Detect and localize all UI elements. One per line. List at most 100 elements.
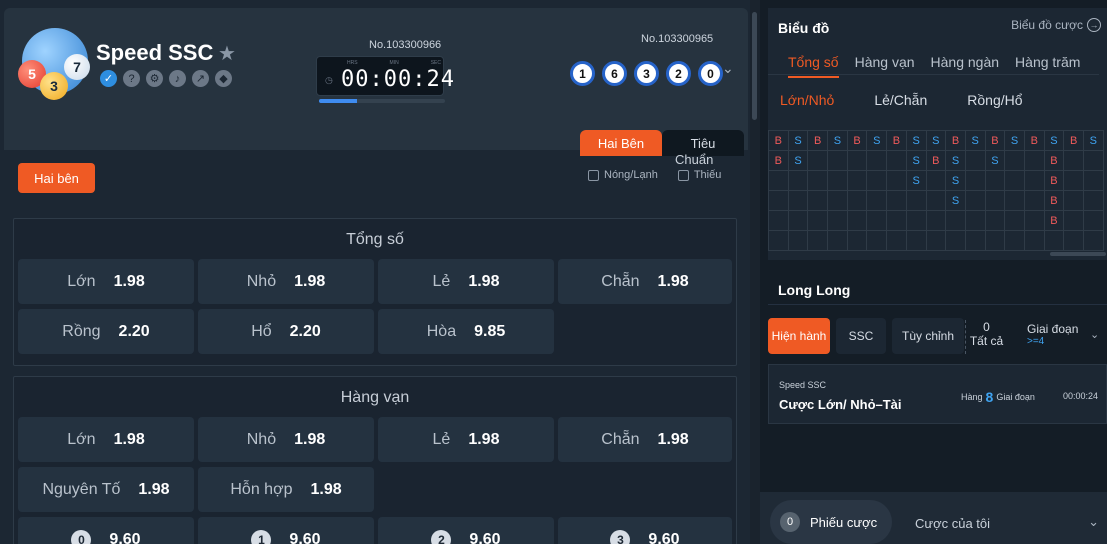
road-grid-cell: S bbox=[905, 150, 927, 171]
bet-slip-bar: 0 Phiếu cược Cược của tôi ⌄ bbox=[760, 492, 1107, 544]
bet-odds: 1.98 bbox=[468, 272, 500, 290]
settings-icon[interactable]: ⚙ bbox=[146, 70, 163, 87]
chart-bet-link[interactable]: Biểu đồ cược → bbox=[1011, 18, 1101, 32]
missing-checkbox[interactable]: Thiếu bbox=[677, 169, 721, 181]
expand-chevron-down-icon[interactable]: ⌄ bbox=[1088, 514, 1099, 530]
road-grid-cell: B bbox=[768, 130, 789, 151]
road-grid-cell bbox=[1043, 230, 1065, 251]
rank-phase-label: Giai đoạn bbox=[996, 392, 1035, 402]
tab-current[interactable]: Hiện hành bbox=[768, 318, 830, 354]
bet-cell-odd[interactable]: Lẻ 1.98 bbox=[378, 417, 554, 462]
results-chevron-down-icon[interactable]: ⌄ bbox=[722, 60, 734, 77]
chart-title: Biểu đồ bbox=[778, 20, 830, 36]
phase-label: Giai đoạn bbox=[1027, 322, 1079, 336]
phase-chevron-down-icon[interactable]: ⌄ bbox=[1090, 328, 1099, 341]
road-grid-cell: S bbox=[866, 130, 888, 151]
bet-label: Lớn bbox=[67, 272, 96, 290]
all-filter[interactable]: 0 Tất cả bbox=[965, 320, 1007, 354]
cube-icon[interactable]: ◆ bbox=[215, 70, 232, 87]
road-grid-cell bbox=[886, 170, 907, 191]
road-grid-cell bbox=[807, 170, 829, 191]
bet-cell-number-0[interactable]: 0 9.60 bbox=[18, 517, 194, 544]
result-ball: 1 bbox=[570, 61, 595, 86]
long-long-panel: Long Long Hiện hành SSC Tùy chỉnh 0 Tất c… bbox=[768, 270, 1107, 430]
slip-count-badge: 0 bbox=[780, 512, 800, 532]
tab-dragon-tiger[interactable]: Rồng/Hổ bbox=[967, 92, 1022, 108]
help-icon[interactable]: ? bbox=[123, 70, 140, 87]
bet-odds: 9.60 bbox=[289, 530, 321, 544]
road-grid-cell bbox=[964, 150, 986, 171]
road-grid-cell bbox=[886, 190, 907, 211]
road-grid-cell: B bbox=[1063, 130, 1084, 151]
bet-cell-small[interactable]: Nhỏ 1.98 bbox=[198, 417, 374, 462]
bet-cell-big[interactable]: Lớn 1.98 bbox=[18, 417, 194, 462]
timer-digits: 00:00:24 bbox=[341, 67, 455, 92]
tab-two-sides[interactable]: Hai Bên bbox=[580, 130, 662, 156]
road-grid-cell: S bbox=[945, 190, 966, 211]
road-grid-row: SS B bbox=[768, 170, 1104, 191]
road-grid-cell bbox=[945, 230, 966, 251]
bet-cell-even[interactable]: Chẵn 1.98 bbox=[558, 259, 732, 304]
all-label: Tất cả bbox=[969, 334, 1004, 348]
bet-cell-big[interactable]: Lớn 1.98 bbox=[18, 259, 194, 304]
bet-cell-tiger[interactable]: Hổ 2.20 bbox=[198, 309, 374, 354]
hot-cold-checkbox[interactable]: Nóng/Lạnh bbox=[588, 169, 658, 181]
bet-cell-composite[interactable]: Hỗn hợp 1.98 bbox=[198, 467, 374, 512]
road-grid-cell bbox=[1083, 230, 1104, 251]
bet-label: Lẻ bbox=[432, 272, 451, 290]
road-grid-cell bbox=[827, 230, 848, 251]
timer-label-seconds: SEC bbox=[430, 60, 441, 66]
countdown-progress bbox=[319, 99, 445, 103]
tab-odd-even[interactable]: Lẻ/Chẵn bbox=[874, 92, 927, 108]
tab-custom[interactable]: Tùy chỉnh bbox=[892, 318, 964, 354]
logo-ball-white: 7 bbox=[64, 54, 90, 80]
tab-big-small[interactable]: Lớn/Nhỏ bbox=[780, 92, 834, 108]
road-grid-cell: B bbox=[1043, 170, 1065, 191]
tab-ssc[interactable]: SSC bbox=[836, 318, 886, 354]
road-grid-cell bbox=[846, 190, 868, 211]
bet-cell-tie[interactable]: Hòa 9.85 bbox=[378, 309, 554, 354]
bet-cell-even[interactable]: Chẵn 1.98 bbox=[558, 417, 732, 462]
bet-cell-small[interactable]: Nhỏ 1.98 bbox=[198, 259, 374, 304]
road-grid-cell: S bbox=[787, 150, 809, 171]
bet-cell-prime[interactable]: Nguyên Tố 1.98 bbox=[18, 467, 194, 512]
checkbox-box[interactable] bbox=[588, 169, 599, 181]
bet-odds: 9.60 bbox=[109, 530, 141, 544]
bet-cell-number-3[interactable]: 3 9.60 bbox=[558, 517, 732, 544]
last-draw-number: No.103300965 bbox=[641, 33, 714, 45]
scrollbar-thumb[interactable] bbox=[752, 12, 757, 120]
bet-cell-number-1[interactable]: 1 9.60 bbox=[198, 517, 374, 544]
grid-scrollbar[interactable] bbox=[1050, 252, 1106, 256]
road-grid-cell bbox=[866, 210, 888, 231]
road-grid-cell: B bbox=[886, 130, 907, 151]
bet-label: Nhỏ bbox=[246, 430, 277, 448]
road-grid-cell: S bbox=[945, 170, 966, 191]
mute-icon[interactable]: ♪ bbox=[169, 70, 186, 87]
left-scrollbar[interactable] bbox=[750, 0, 760, 544]
bet-cell-dragon[interactable]: Rồng 2.20 bbox=[18, 309, 194, 354]
game-header: 5 3 7 Speed SSC ★ ✓ ? ⚙ ♪ ↗ ◆ No.1033009… bbox=[4, 8, 748, 156]
phase-filter[interactable]: Giai đoạn >=4 bbox=[1027, 322, 1078, 347]
two-sides-play-button[interactable]: Hai bên bbox=[18, 163, 95, 193]
section-ten-thousands: Hàng vạn Lớn 1.98 Nhỏ 1.98 Lẻ 1.98 Chẵn 1.98… bbox=[13, 376, 737, 544]
bet-cell-odd[interactable]: Lẻ 1.98 bbox=[378, 259, 554, 304]
bet-cell-number-2[interactable]: 2 9.60 bbox=[378, 517, 554, 544]
number-ball: 0 bbox=[71, 529, 92, 544]
trend-icon[interactable]: ↗ bbox=[192, 70, 209, 87]
my-bets-tab[interactable]: Cược của tôi bbox=[915, 516, 990, 531]
road-grid-cell bbox=[1023, 210, 1045, 231]
streak-card[interactable]: Speed SSC Cược Lớn/ Nhỏ–Tài Hàng 8 Giai đo… bbox=[768, 364, 1107, 424]
bet-slip-button[interactable]: 0 Phiếu cược bbox=[770, 500, 892, 544]
road-grid-cell bbox=[1063, 210, 1084, 231]
road-grid-cell bbox=[905, 210, 927, 231]
road-grid-cell bbox=[1004, 230, 1025, 251]
road-grid-cell bbox=[1083, 170, 1104, 191]
road-grid-cell bbox=[925, 170, 947, 191]
road-grid-cell bbox=[827, 170, 848, 191]
bet-odds: 1.98 bbox=[138, 480, 170, 498]
checkbox-box[interactable] bbox=[677, 169, 689, 181]
game-logo: 5 3 7 bbox=[18, 28, 96, 106]
favorite-star-icon[interactable]: ★ bbox=[218, 41, 236, 66]
road-grid-cell bbox=[827, 210, 848, 231]
section-total: Tổng số Lớn 1.98 Nhỏ 1.98 Lẻ 1.98 Chẵn 1.98 … bbox=[13, 218, 737, 366]
